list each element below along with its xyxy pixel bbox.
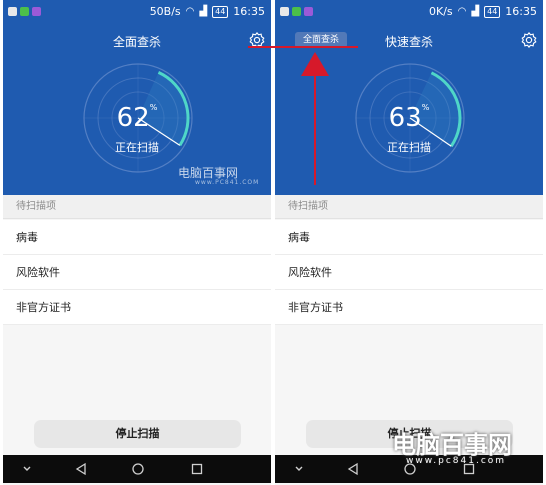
percentage-value: 62 bbox=[116, 103, 150, 133]
status-right: 50B/s ◠ ▟ 44 16:35 bbox=[150, 5, 265, 18]
screen-title: 快速查杀 bbox=[384, 35, 433, 49]
screen-title: 全面查杀 bbox=[112, 35, 161, 49]
status-bar: 50B/s ◠ ▟ 44 16:35 bbox=[3, 0, 271, 24]
list-item: 风险软件 bbox=[275, 255, 543, 290]
percentage-value: 63 bbox=[388, 103, 422, 133]
wechat-icon bbox=[20, 7, 29, 16]
left-phone-screen: 50B/s ◠ ▟ 44 16:35 全面查杀 62% 正在扫描 电脑百事网 w… bbox=[3, 0, 271, 485]
screenshot-comparison: 50B/s ◠ ▟ 44 16:35 全面查杀 62% 正在扫描 电脑百事网 w… bbox=[0, 0, 546, 485]
back-icon[interactable] bbox=[346, 462, 360, 476]
app-icon bbox=[304, 7, 313, 16]
status-bar: 0K/s ◠ ▟ 44 16:35 bbox=[275, 0, 543, 24]
network-speed: 0K/s bbox=[429, 5, 453, 18]
gear-icon[interactable] bbox=[248, 31, 266, 49]
battery-icon: 44 bbox=[484, 5, 501, 18]
wifi-icon: ◠ bbox=[185, 6, 195, 17]
wifi-icon: ◠ bbox=[457, 6, 467, 17]
watermark-url: www.pc841.com bbox=[406, 456, 507, 466]
scan-percentage: 62% bbox=[3, 103, 271, 133]
battery-icon: 44 bbox=[212, 5, 229, 18]
scan-status: 正在扫描 bbox=[387, 141, 431, 154]
scan-header: 50B/s ◠ ▟ 44 16:35 全面查杀 62% 正在扫描 电脑百事网 w… bbox=[3, 0, 271, 195]
network-speed: 50B/s bbox=[149, 5, 181, 18]
scan-status: 正在扫描 bbox=[115, 141, 159, 154]
status-time: 16:35 bbox=[505, 5, 537, 18]
status-notification-icons bbox=[8, 7, 41, 16]
percent-sign: % bbox=[149, 103, 158, 112]
list-item: 风险软件 bbox=[3, 255, 271, 290]
scan-item-list: 病毒 风险软件 非官方证书 bbox=[3, 220, 271, 325]
right-phone-screen: 0K/s ◠ ▟ 44 16:35 全面查杀 快速查杀 63% 正在扫描 待扫描… bbox=[275, 0, 543, 485]
status-time: 16:35 bbox=[233, 5, 265, 18]
scan-item-list: 病毒 风险软件 非官方证书 bbox=[275, 220, 543, 325]
signal-icon: ▟ bbox=[471, 6, 480, 17]
section-header: 待扫描项 bbox=[275, 195, 543, 219]
percent-sign: % bbox=[421, 103, 430, 112]
scan-percentage: 63% bbox=[275, 103, 543, 133]
home-icon[interactable] bbox=[131, 462, 145, 476]
watermark-url: www.PC841.COM bbox=[195, 179, 260, 186]
list-item: 病毒 bbox=[275, 220, 543, 255]
notification-icon bbox=[8, 7, 17, 16]
notification-icon bbox=[280, 7, 289, 16]
app-icon bbox=[32, 7, 41, 16]
list-item: 非官方证书 bbox=[275, 290, 543, 325]
status-notification-icons bbox=[280, 7, 313, 16]
gear-icon[interactable] bbox=[520, 31, 538, 49]
section-header: 待扫描项 bbox=[3, 195, 271, 219]
stop-scan-button[interactable]: 停止扫描 bbox=[34, 420, 241, 448]
signal-icon: ▟ bbox=[199, 6, 208, 17]
watermark-logo: 电脑百事网 bbox=[392, 431, 512, 459]
chevron-down-icon[interactable] bbox=[292, 462, 306, 476]
wechat-icon bbox=[292, 7, 301, 16]
navigation-bar bbox=[3, 455, 271, 483]
recents-icon[interactable] bbox=[190, 462, 204, 476]
list-item: 病毒 bbox=[3, 220, 271, 255]
status-right: 0K/s ◠ ▟ 44 16:35 bbox=[429, 5, 537, 18]
chevron-down-icon[interactable] bbox=[20, 462, 34, 476]
list-item: 非官方证书 bbox=[3, 290, 271, 325]
back-icon[interactable] bbox=[74, 462, 88, 476]
scan-header: 0K/s ◠ ▟ 44 16:35 全面查杀 快速查杀 63% 正在扫描 bbox=[275, 0, 543, 195]
